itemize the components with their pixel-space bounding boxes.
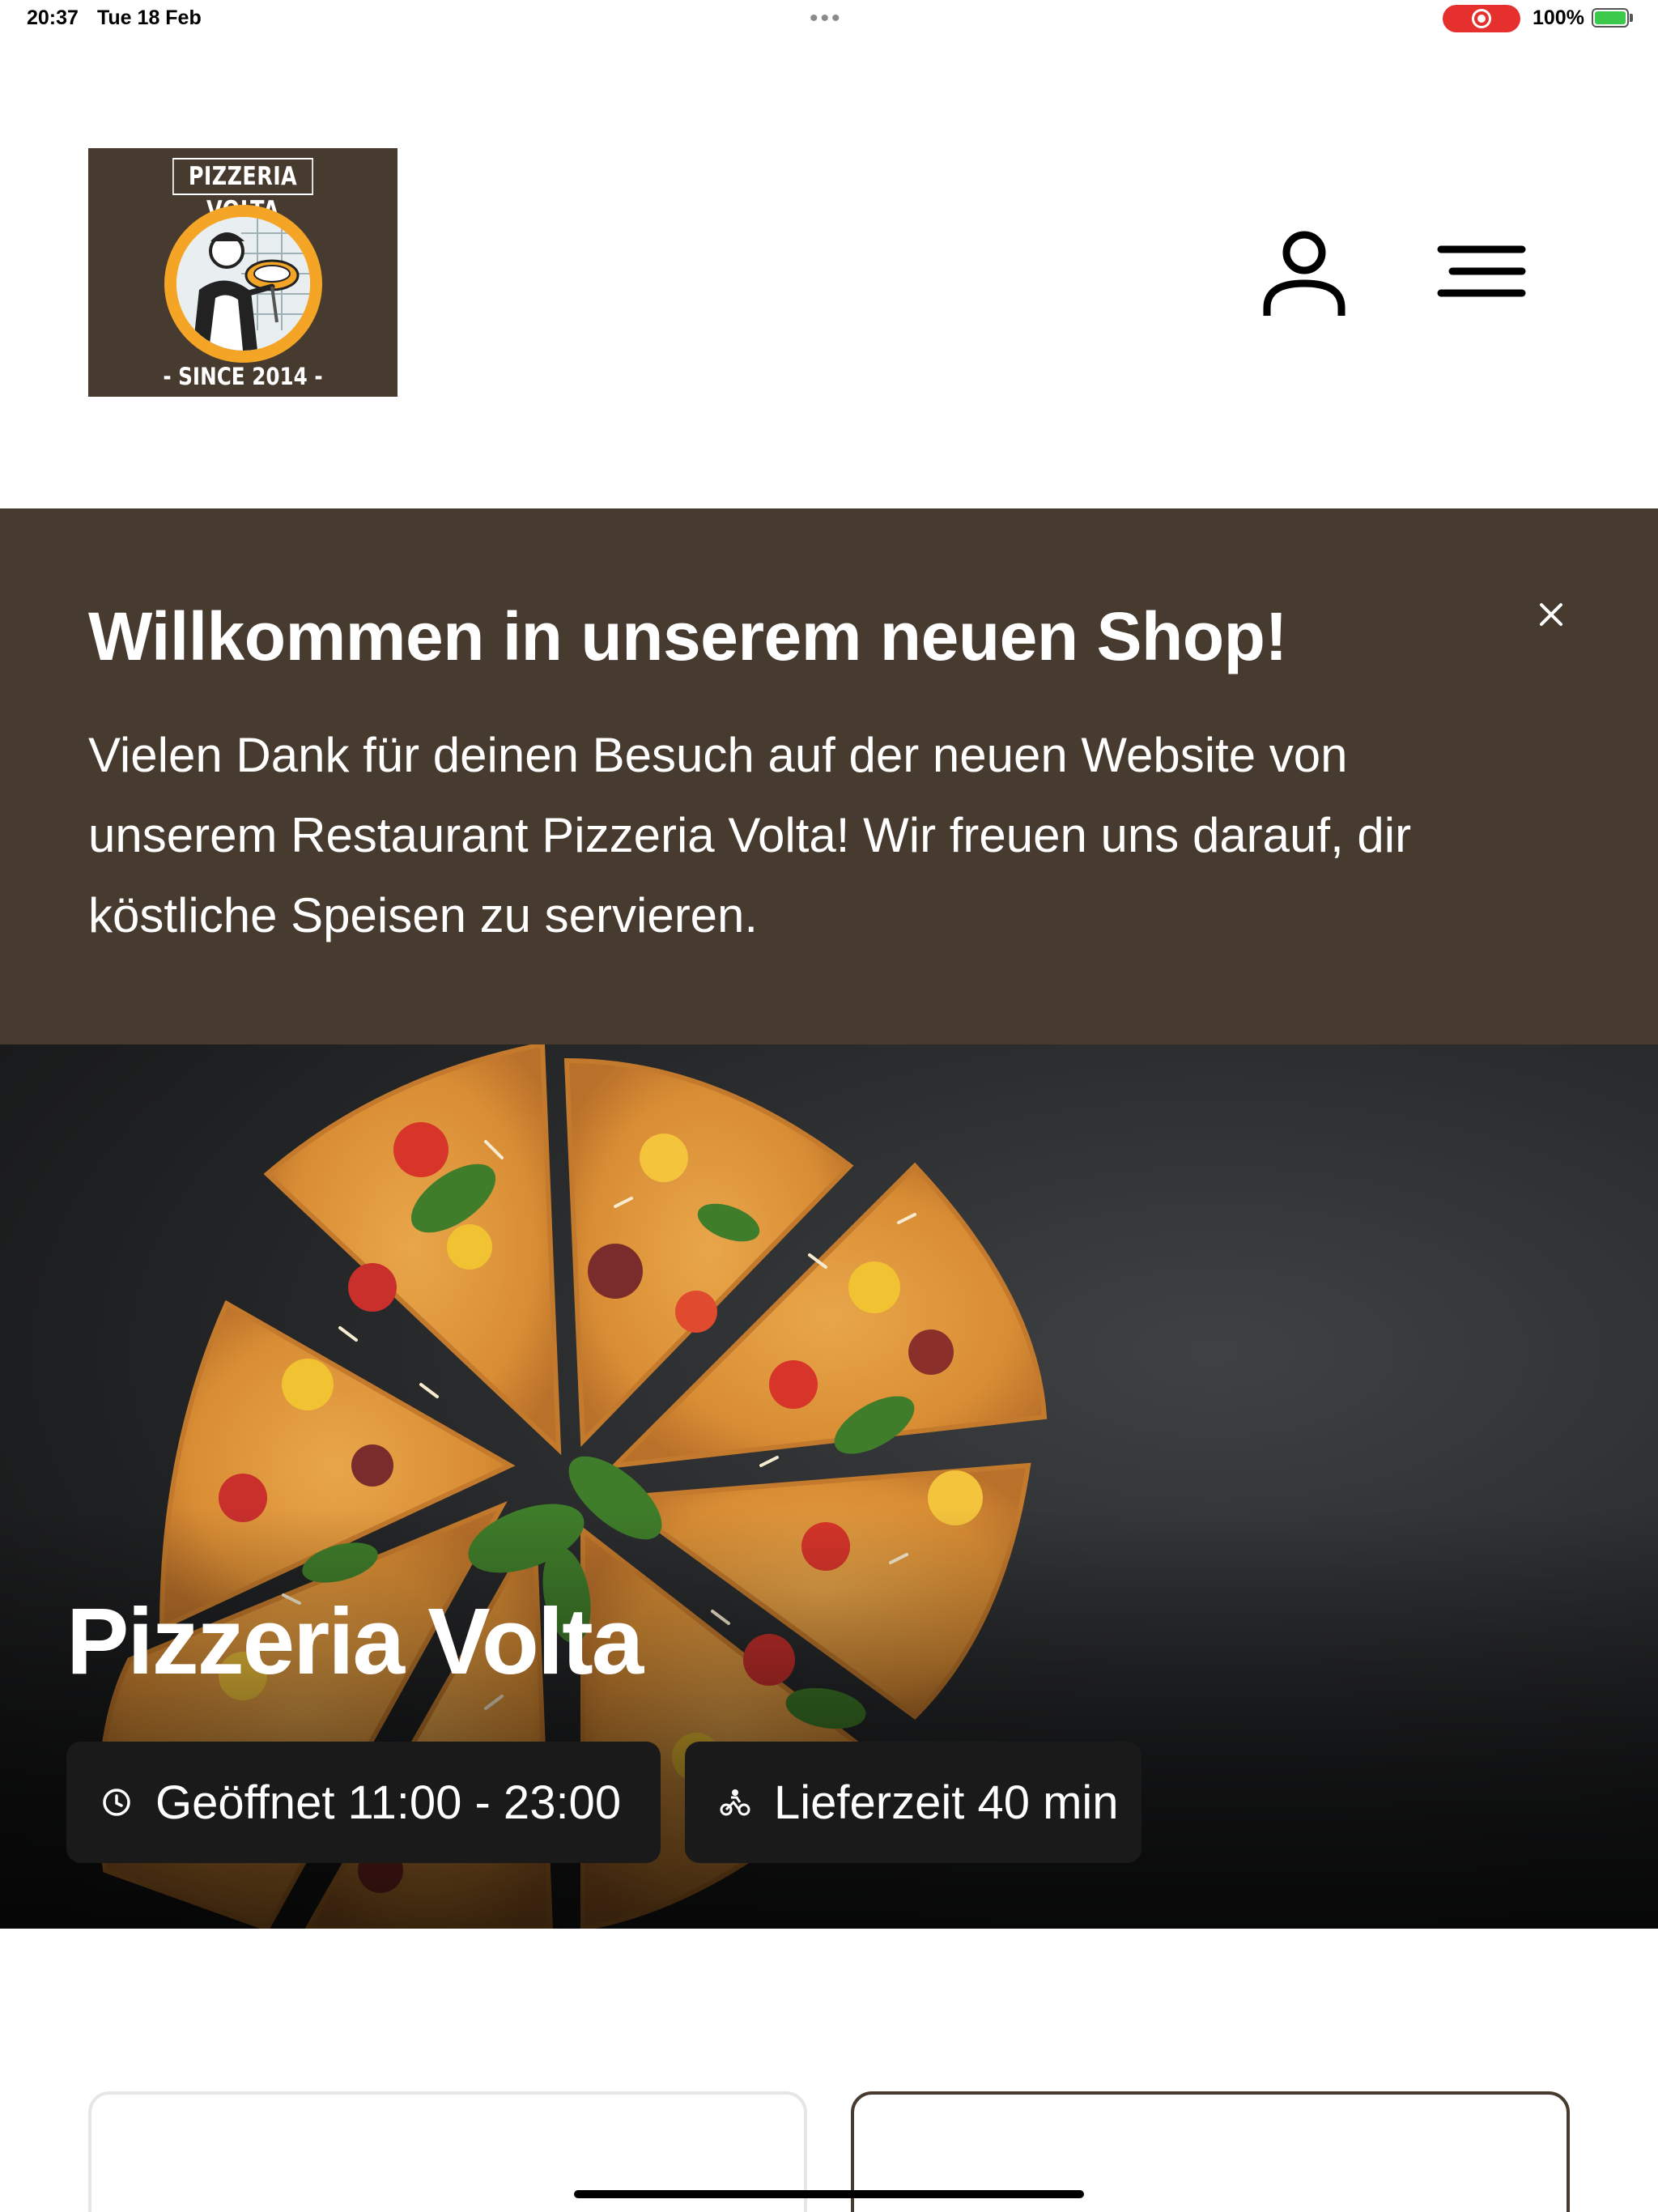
restaurant-logo[interactable]: PIZZERIA VOLTA - SINCE 20: [88, 148, 397, 397]
logo-title: PIZZERIA VOLTA: [172, 158, 313, 225]
restaurant-name: Pizzeria Volta: [66, 1589, 644, 1694]
status-date: Tue 18 Feb: [97, 6, 202, 29]
logo-emblem: [164, 205, 322, 363]
clock-icon: [103, 1789, 130, 1816]
logo-since: - SINCE 2014 -: [163, 363, 323, 390]
home-indicator[interactable]: [574, 2190, 1084, 2198]
close-icon: [1540, 603, 1562, 626]
welcome-title: Willkommen in unserem neuen Shop!: [88, 598, 1287, 674]
multitasking-dots-icon[interactable]: •••: [810, 5, 843, 32]
battery-cap: [1630, 14, 1633, 22]
welcome-text: Vielen Dank für deinen Besuch auf der ne…: [88, 728, 1412, 942]
status-time: 20:37: [27, 6, 79, 29]
hero-gradient: [0, 1508, 1658, 1929]
status-bar: 20:37 Tue 18 Feb ••• 100%: [0, 0, 1658, 39]
welcome-banner: Willkommen in unserem neuen Shop! Vielen…: [0, 508, 1658, 1044]
delivery-time-text: Lieferzeit 40 min: [774, 1776, 1119, 1829]
opening-hours-text: Geöffnet 11:00 - 23:00: [155, 1776, 622, 1829]
menu-button[interactable]: [1435, 235, 1530, 308]
opening-hours-badge: Geöffnet 11:00 - 23:00: [66, 1742, 661, 1863]
hero-section: Pizzeria Volta Geöffnet 11:00 - 23:00 Li…: [0, 1044, 1658, 1929]
account-button[interactable]: [1260, 228, 1349, 317]
delivery-time-badge: Lieferzeit 40 min: [685, 1742, 1141, 1863]
user-icon: [1263, 231, 1346, 316]
screen-recording-icon[interactable]: [1443, 5, 1520, 32]
battery-icon: [1592, 8, 1629, 28]
menu-icon: [1437, 245, 1526, 297]
battery-percentage: 100%: [1533, 6, 1584, 29]
delivery-bike-icon: [720, 1789, 750, 1816]
close-banner-button[interactable]: [1528, 592, 1574, 637]
pizza-chef-icon: [176, 217, 310, 351]
